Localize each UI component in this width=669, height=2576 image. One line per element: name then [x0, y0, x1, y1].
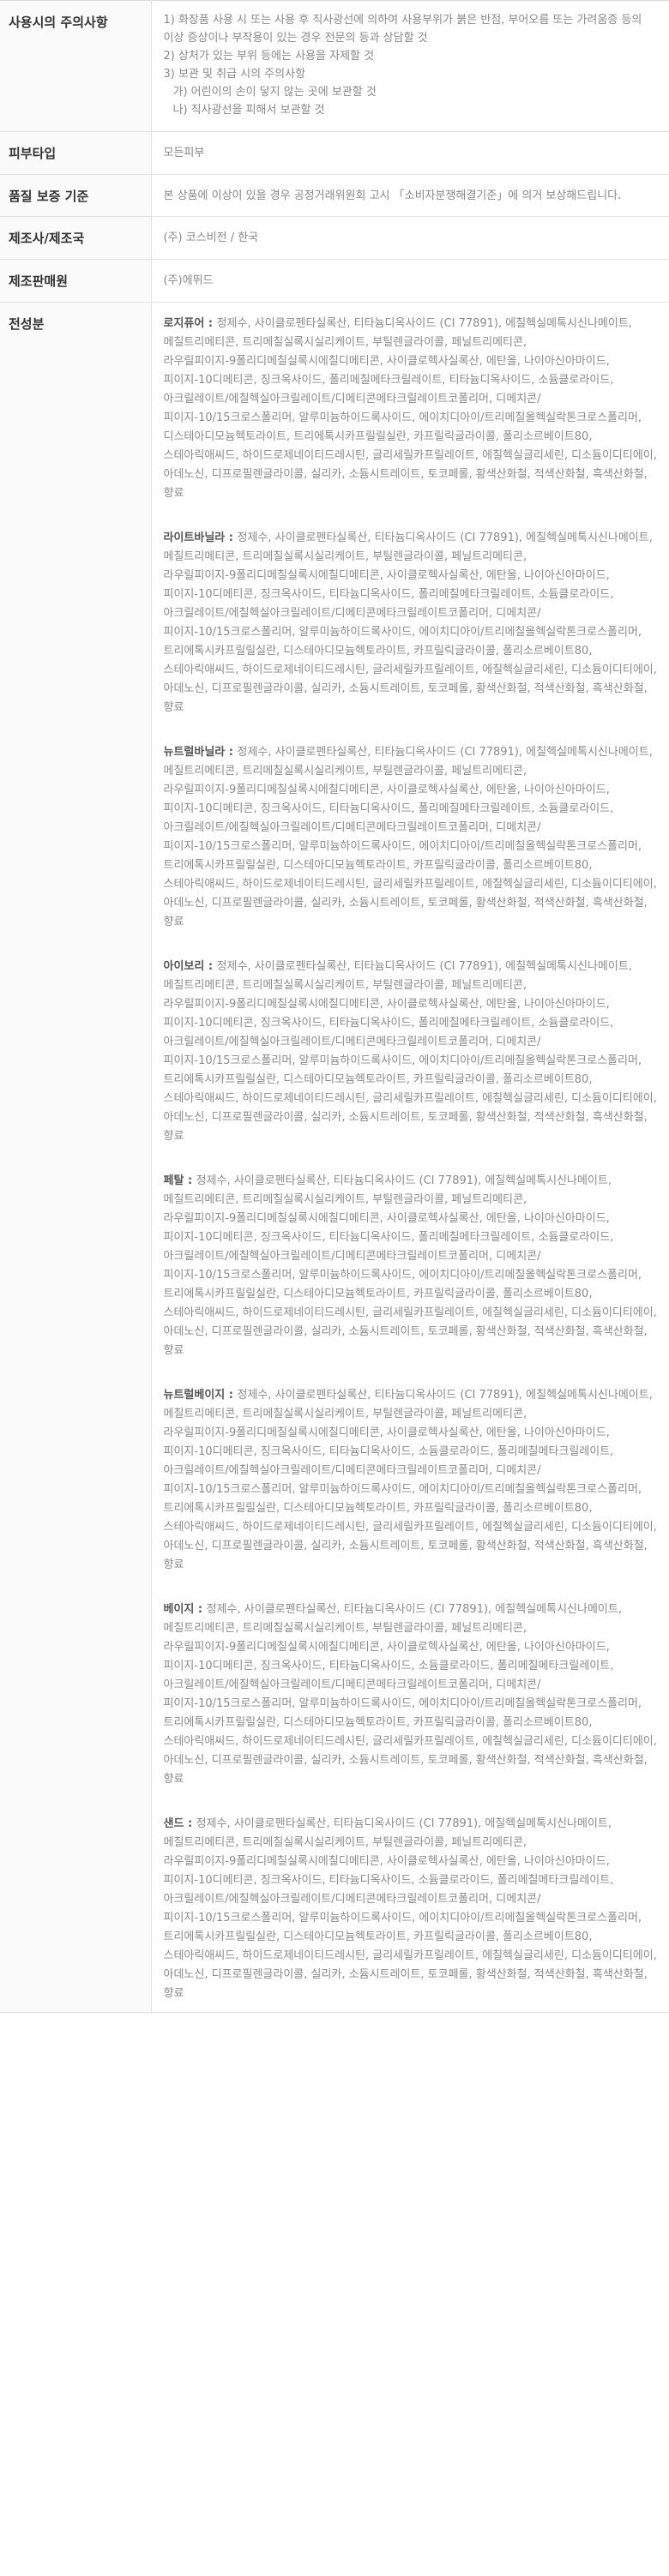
shade-ingredient-list: 정제수, 사이클로펜타실록산, 티타늄디옥사이드 (CI 77891), 에칠헥… [163, 960, 657, 1143]
product-info-table: 사용시의 주의사항 1) 화장품 사용 시 또는 사용 후 직사광선에 의하여 … [0, 0, 669, 2013]
shade-ingredients: 로지퓨어 : 정제수, 사이클로펜타실록산, 티타늄디옥사이드 (CI 7789… [164, 315, 658, 503]
shade-ingredient-list: 정제수, 사이클로펜타실록산, 티타늄디옥사이드 (CI 77891), 에칠헥… [163, 1389, 657, 1571]
caution-label: 사용시의 주의사항 [0, 0, 152, 132]
shade-name: 뉴트럴바닐라 : [163, 746, 238, 759]
shade-ingredient-list: 정제수, 사이클로펜타실록산, 티타늄디옥사이드 (CI 77891), 에칠헥… [163, 531, 657, 714]
quality-value: 본 상품에 이상이 있을 경우 공정거래위원회 고시 「소비자분쟁해결기준」에 … [151, 174, 669, 217]
quality-row: 품질 보증 기준 본 상품에 이상이 있을 경우 공정거래위원회 고시 「소비자… [0, 174, 669, 217]
shade-ingredient-list: 정제수, 사이클로펜타실록산, 티타늄디옥사이드 (CI 77891), 에칠헥… [163, 1603, 657, 1786]
shade-name: 페탈 : [163, 1174, 196, 1187]
caution-value: 1) 화장품 사용 시 또는 사용 후 직사광선에 의하여 사용부위가 붉은 반… [151, 0, 669, 132]
shade-name: 라이트바닐라 : [163, 531, 238, 544]
manufacturer-value: (주) 코스비전 / 한국 [151, 216, 669, 260]
caution-line: 1) 화장품 사용 시 또는 사용 후 직사광선에 의하여 사용부위가 붉은 반… [163, 14, 642, 45]
skin-type-label: 피부타입 [0, 131, 152, 175]
caution-line: 가) 어린이의 손이 닿지 않는 곳에 보관할 것 [172, 86, 377, 99]
shade-ingredients: 페탈 : 정제수, 사이클로펜타실록산, 티타늄디옥사이드 (CI 77891)… [164, 1172, 658, 1360]
ingredients-label: 전성분 [0, 302, 152, 2013]
shade-ingredients: 라이트바닐라 : 정제수, 사이클로펜타실록산, 티타늄디옥사이드 (CI 77… [164, 529, 658, 718]
shade-ingredients: 샌드 : 정제수, 사이클로펜타실록산, 티타늄디옥사이드 (CI 77891)… [164, 1815, 658, 2003]
manufacturer-label: 제조사/제조국 [0, 216, 152, 260]
caution-line: 3) 보관 및 취급 시의 주의사항 [163, 68, 306, 81]
caution-line: 나) 직사광선을 피해서 보관할 것 [172, 104, 325, 117]
caution-line: 2) 상처가 있는 부위 등에는 사용을 자제할 것 [163, 50, 375, 63]
seller-label: 제조판매원 [0, 259, 152, 303]
seller-value: (주)에뛰드 [151, 259, 669, 303]
shade-name: 베이지 : [163, 1603, 207, 1616]
shade-ingredients: 뉴트럴바닐라 : 정제수, 사이클로펜타실록산, 티타늄디옥사이드 (CI 77… [164, 743, 658, 932]
shade-ingredient-list: 정제수, 사이클로펜타실록산, 티타늄디옥사이드 (CI 77891), 에칠헥… [163, 317, 657, 500]
skin-type-row: 피부타입 모든피부 [0, 131, 669, 175]
shade-name: 로지퓨어 : [163, 317, 217, 330]
shade-ingredient-list: 정제수, 사이클로펜타실록산, 티타늄디옥사이드 (CI 77891), 에칠헥… [163, 746, 657, 928]
skin-type-value: 모든피부 [151, 131, 669, 175]
ingredients-value: 로지퓨어 : 정제수, 사이클로펜타실록산, 티타늄디옥사이드 (CI 7789… [151, 302, 669, 2013]
seller-row: 제조판매원 (주)에뛰드 [0, 259, 669, 303]
shade-ingredients: 아이보리 : 정제수, 사이클로펜타실록산, 티타늄디옥사이드 (CI 7789… [164, 958, 658, 1146]
caution-row: 사용시의 주의사항 1) 화장품 사용 시 또는 사용 후 직사광선에 의하여 … [0, 0, 669, 132]
ingredients-row: 전성분 로지퓨어 : 정제수, 사이클로펜타실록산, 티타늄디옥사이드 (CI … [0, 302, 669, 2013]
shade-ingredients: 베이지 : 정제수, 사이클로펜타실록산, 티타늄디옥사이드 (CI 77891… [164, 1600, 658, 1789]
shade-ingredient-list: 정제수, 사이클로펜타실록산, 티타늄디옥사이드 (CI 77891), 에칠헥… [163, 1817, 657, 2000]
shade-name: 뉴트럴베이지 : [163, 1389, 238, 1402]
shade-ingredient-list: 정제수, 사이클로펜타실록산, 티타늄디옥사이드 (CI 77891), 에칠헥… [163, 1174, 657, 1357]
shade-name: 아이보리 : [163, 960, 217, 973]
shade-ingredients: 뉴트럴베이지 : 정제수, 사이클로펜타실록산, 티타늄디옥사이드 (CI 77… [164, 1386, 658, 1575]
manufacturer-row: 제조사/제조국 (주) 코스비전 / 한국 [0, 216, 669, 260]
shade-name: 샌드 : [163, 1817, 196, 1830]
quality-label: 품질 보증 기준 [0, 174, 152, 217]
